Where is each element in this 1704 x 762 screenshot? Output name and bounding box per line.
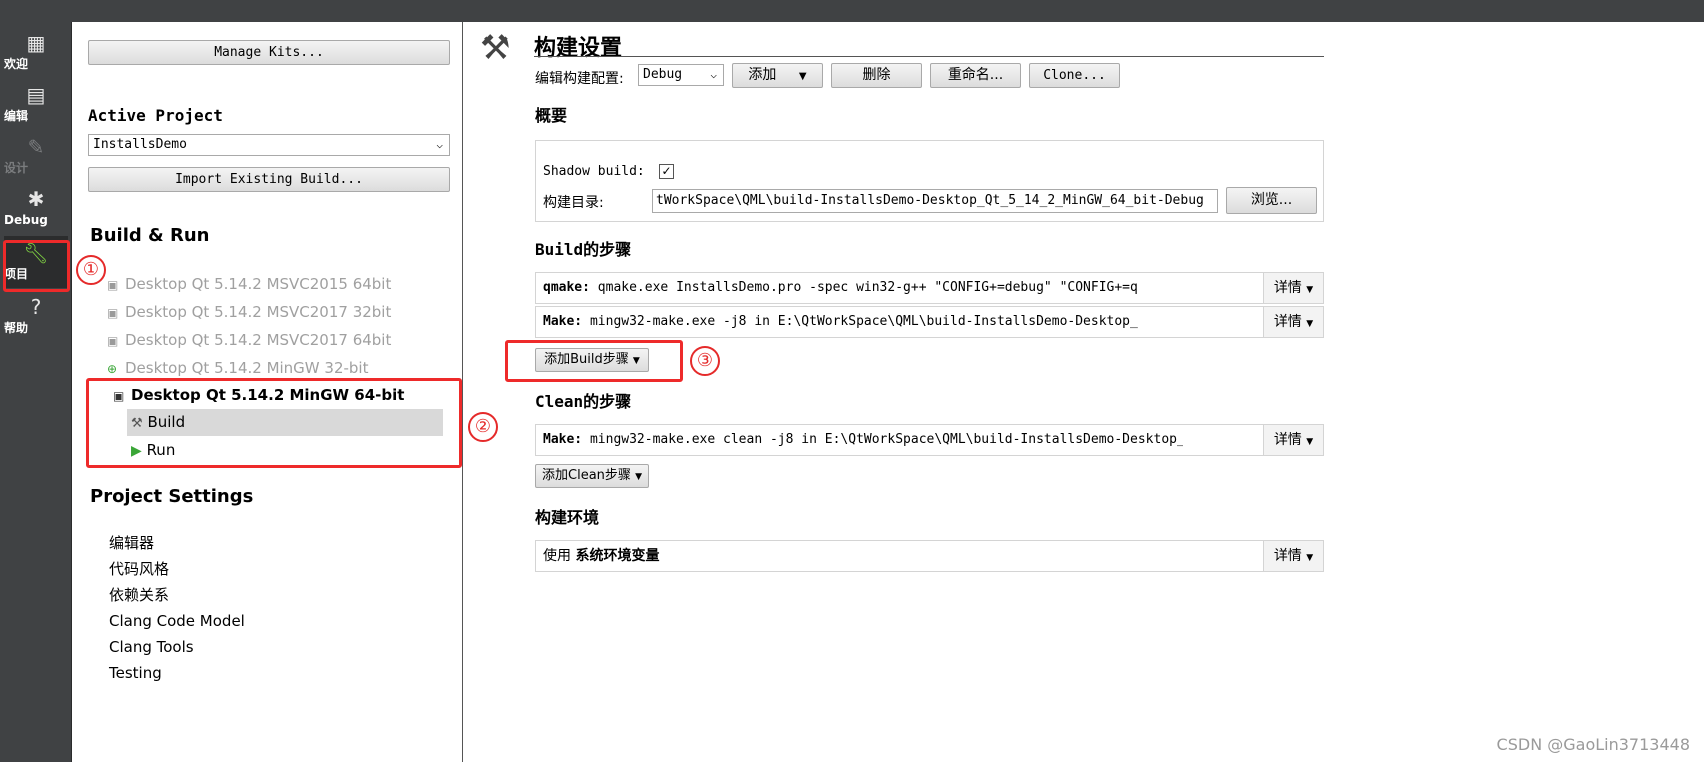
step-command: mingw32-make.exe -j8 in E:\QtWorkSpace\Q…	[589, 314, 1138, 329]
mode-design[interactable]: ✎ 设计	[4, 130, 68, 182]
grid-icon: ▦	[26, 31, 46, 55]
annotation-number-1: ①	[76, 255, 106, 285]
pencil-icon: ✎	[27, 135, 45, 159]
build-env-row: 使用 系统环境变量 详情 ▼	[535, 540, 1324, 572]
page-title: 构建设置	[534, 36, 623, 61]
browse-button[interactable]: 浏览...	[1226, 187, 1317, 214]
shadow-build-checkbox[interactable]: ✓	[659, 164, 674, 179]
monitor-icon: ▣	[107, 334, 119, 348]
clone-config-button[interactable]: Clone...	[1029, 63, 1120, 88]
hammer-icon: ⚒	[480, 28, 511, 68]
mode-bar: ▦ 欢迎 ▤ 编辑 ✎ 设计 ✱ Debug 🔧︎ 项目 ? 帮助	[0, 22, 72, 762]
settings-code-style[interactable]: 代码风格	[109, 558, 169, 580]
step-command: qmake.exe InstallsDemo.pro -spec win32-g…	[597, 280, 1138, 295]
step-details-button[interactable]: 详情 ▼	[1263, 273, 1323, 303]
annotation-box-projects	[3, 240, 70, 292]
env-use-label: 使用	[543, 548, 571, 564]
settings-testing[interactable]: Testing	[109, 662, 162, 684]
env-details-button[interactable]: 详情 ▼	[1263, 541, 1323, 571]
shadow-build-label: Shadow build:	[543, 164, 645, 179]
watermark: CSDN @GaoLin3713448	[1496, 735, 1690, 754]
dropdown-arrow-icon: ▼	[798, 71, 807, 82]
kit-msvc2017-32[interactable]: ▣ Desktop Qt 5.14.2 MSVC2017 32bit	[107, 300, 391, 324]
add-clean-step-button[interactable]: 添加Clean步骤 ▼	[535, 464, 649, 488]
kit-msvc2015-64[interactable]: ▣ Desktop Qt 5.14.2 MSVC2015 64bit	[107, 272, 391, 296]
mode-debug[interactable]: ✱ Debug	[4, 182, 68, 234]
annotation-number-3: ③	[690, 346, 720, 376]
annotation-box-kit	[86, 378, 462, 468]
active-project-select[interactable]: InstallsDemo ⌵	[88, 134, 450, 156]
dropdown-arrow-icon: ▼	[635, 472, 642, 482]
annotation-box-add-build-step	[505, 340, 683, 382]
document-icon: ▤	[26, 83, 46, 107]
monitor-icon: ▣	[107, 306, 119, 320]
settings-clang-code-model[interactable]: Clang Code Model	[109, 610, 245, 632]
build-step-make: Make: mingw32-make.exe -j8 in E:\QtWorkS…	[535, 306, 1324, 338]
settings-editor[interactable]: 编辑器	[109, 532, 154, 554]
kit-msvc2017-64[interactable]: ▣ Desktop Qt 5.14.2 MSVC2017 64bit	[107, 328, 391, 352]
clean-step-make: Make: mingw32-make.exe clean -j8 in E:\Q…	[535, 424, 1324, 456]
mode-help[interactable]: ? 帮助	[4, 290, 68, 342]
active-project-value: InstallsDemo	[93, 137, 187, 152]
bug-icon: ✱	[27, 187, 45, 211]
clean-steps-title: Clean的步骤	[535, 392, 632, 411]
annotation-number-2: ②	[468, 412, 498, 442]
dropdown-arrow-icon: ▼	[1306, 437, 1314, 447]
step-name: qmake:	[543, 280, 590, 295]
step-command: mingw32-make.exe clean -j8 in E:\QtWorkS…	[589, 432, 1183, 447]
settings-dependencies[interactable]: 依赖关系	[109, 584, 169, 606]
build-settings-panel: ⚒ 构建设置 编辑构建配置: Debug ⌵ 添加 ▼ 删除 重命名... Cl…	[464, 22, 1704, 762]
monitor-icon: ▣	[107, 278, 119, 292]
build-dir-label: 构建目录:	[543, 195, 604, 211]
build-run-title: Build & Run	[90, 225, 210, 246]
rename-config-button[interactable]: 重命名...	[930, 63, 1021, 88]
build-step-qmake: qmake: qmake.exe InstallsDemo.pro -spec …	[535, 272, 1324, 304]
delete-config-button[interactable]: 删除	[831, 63, 922, 88]
kit-mingw-32[interactable]: ⊕ Desktop Qt 5.14.2 MinGW 32-bit	[107, 356, 368, 380]
chevron-down-icon: ⌵	[436, 138, 443, 151]
project-settings-title: Project Settings	[90, 486, 254, 507]
env-value: 系统环境变量	[575, 548, 660, 564]
settings-clang-tools[interactable]: Clang Tools	[109, 636, 194, 658]
build-env-title: 构建环境	[535, 508, 600, 527]
build-config-select[interactable]: Debug ⌵	[638, 64, 724, 86]
chevron-down-icon: ⌵	[710, 68, 717, 81]
mode-welcome[interactable]: ▦ 欢迎	[4, 26, 68, 78]
dropdown-arrow-icon: ▼	[1306, 319, 1314, 329]
active-project-title: Active Project	[88, 106, 223, 125]
step-details-button[interactable]: 详情 ▼	[1263, 425, 1323, 455]
dropdown-arrow-icon: ▼	[1306, 285, 1314, 295]
question-icon: ?	[30, 295, 42, 319]
title-divider	[534, 56, 1324, 57]
build-dir-input[interactable]: tWorkSpace\QML\build-InstallsDemo-Deskto…	[652, 189, 1218, 213]
add-config-button[interactable]: 添加 ▼	[732, 63, 823, 88]
manage-kits-button[interactable]: Manage Kits...	[88, 40, 450, 65]
build-steps-title: Build的步骤	[535, 240, 632, 259]
step-name: Make:	[543, 314, 583, 329]
mode-edit[interactable]: ▤ 编辑	[4, 78, 68, 130]
step-name: Make:	[543, 432, 583, 447]
build-config-value: Debug	[643, 67, 683, 82]
edit-config-label: 编辑构建配置:	[535, 71, 624, 87]
dropdown-arrow-icon: ▼	[1306, 553, 1314, 563]
overview-title: 概要	[535, 106, 568, 125]
import-existing-build-button[interactable]: Import Existing Build...	[88, 167, 450, 192]
step-details-button[interactable]: 详情 ▼	[1263, 307, 1323, 337]
top-bar	[0, 0, 1704, 22]
